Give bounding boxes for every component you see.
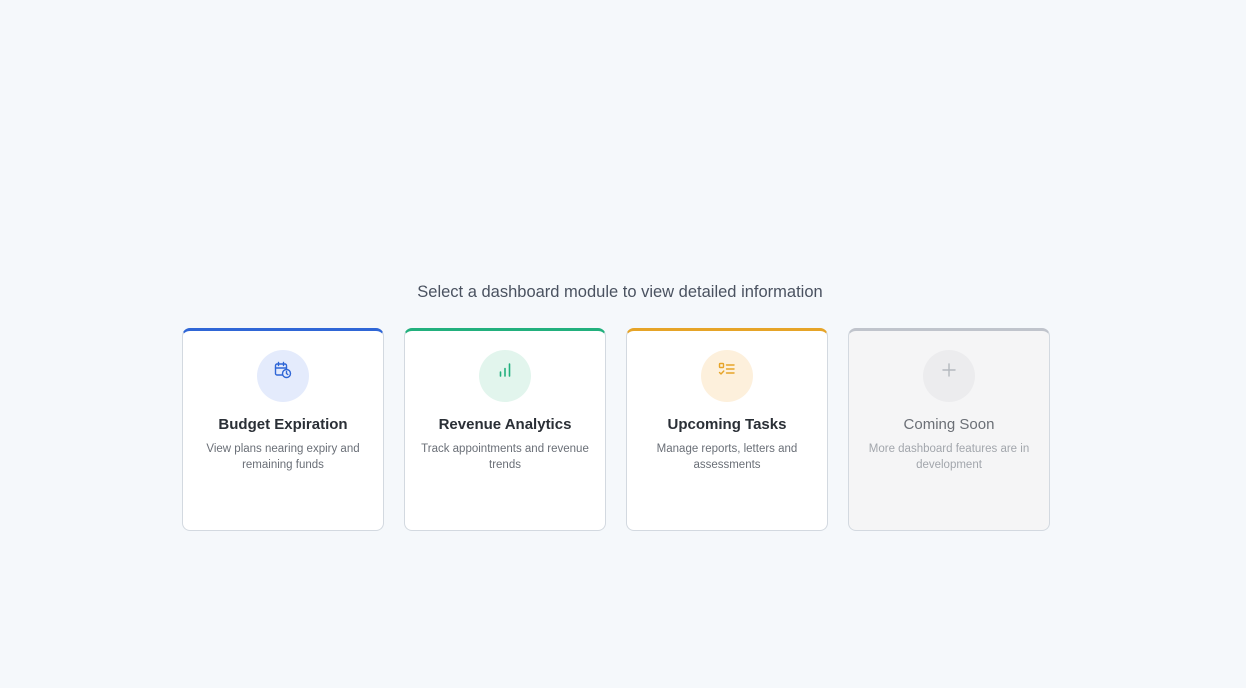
coming-soon-icon-circle — [923, 350, 975, 402]
budget-icon-circle — [257, 350, 309, 402]
plus-icon — [942, 363, 956, 377]
upcoming-tasks-card[interactable]: Upcoming Tasks Manage reports, letters a… — [626, 328, 828, 531]
budget-expiration-card[interactable]: Budget Expiration View plans nearing exp… — [182, 328, 384, 531]
card-title: Coming Soon — [903, 416, 995, 433]
coming-soon-card: Coming Soon More dashboard features are … — [848, 328, 1050, 531]
bar-chart-icon — [499, 363, 511, 377]
card-description: View plans nearing expiry and remaining … — [206, 443, 360, 471]
card-description: More dashboard features are in developme… — [868, 443, 1030, 471]
task-list-icon — [718, 362, 735, 375]
card-description: Manage reports, letters and assessments — [656, 443, 798, 471]
page-prompt: Select a dashboard module to view detail… — [417, 283, 823, 301]
card-title: Revenue Analytics — [438, 416, 572, 433]
card-description: Track appointments and revenue trends — [421, 443, 589, 471]
card-title: Budget Expiration — [218, 416, 348, 433]
revenue-icon-circle — [479, 350, 531, 402]
tasks-icon-circle — [701, 350, 753, 402]
card-title: Upcoming Tasks — [667, 416, 787, 433]
module-card-list: Budget Expiration View plans nearing exp… — [182, 328, 1050, 531]
calendar-clock-icon — [274, 361, 292, 379]
revenue-analytics-card[interactable]: Revenue Analytics Track appointments and… — [404, 328, 606, 531]
